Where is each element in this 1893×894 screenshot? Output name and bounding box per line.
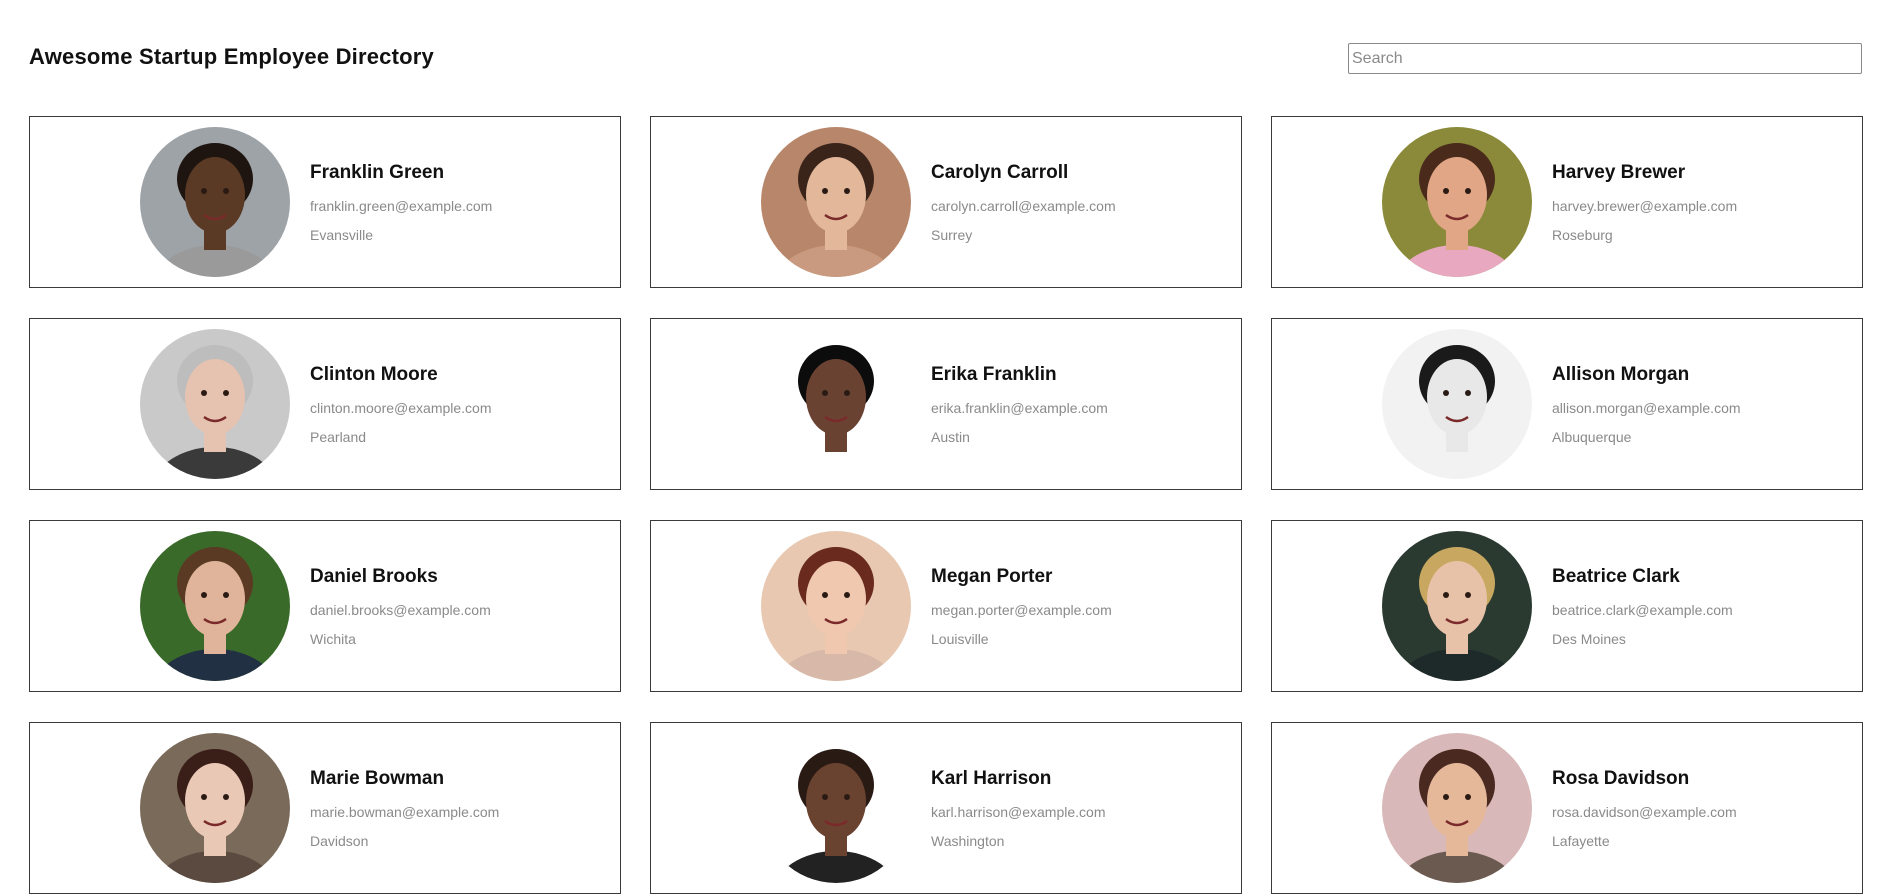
employee-email: allison.morgan@example.com [1552, 399, 1741, 416]
employee-info: Carolyn Carroll carolyn.carroll@example.c… [931, 162, 1131, 243]
employee-info: Allison Morgan allison.morgan@example.com… [1552, 364, 1752, 445]
employee-city: Albuquerque [1552, 428, 1632, 445]
employee-name: Beatrice Clark [1552, 565, 1680, 587]
employee-name: Franklin Green [310, 161, 445, 183]
employee-card[interactable]: Carolyn Carroll carolyn.carroll@example.c… [650, 116, 1242, 288]
employee-city: Davidson [310, 832, 369, 849]
employee-name: Marie Bowman [310, 767, 445, 789]
employee-info: Beatrice Clark beatrice.clark@example.com… [1552, 566, 1752, 647]
employee-name: Karl Harrison [931, 767, 1052, 789]
avatar [1382, 733, 1532, 883]
employee-city: Washington [931, 832, 1005, 849]
employee-city: Louisville [931, 630, 989, 647]
employee-email: marie.bowman@example.com [310, 803, 500, 820]
employee-city: Wichita [310, 630, 356, 647]
employee-name: Allison Morgan [1552, 363, 1690, 385]
avatar [761, 329, 911, 479]
avatar [140, 329, 290, 479]
employee-name: Rosa Davidson [1552, 767, 1690, 789]
employee-email: karl.harrison@example.com [931, 803, 1106, 820]
avatar [761, 531, 911, 681]
employee-info: Erika Franklin erika.franklin@example.com… [931, 364, 1131, 445]
avatar [1382, 329, 1532, 479]
employee-city: Lafayette [1552, 832, 1610, 849]
employee-info: Harvey Brewer harvey.brewer@example.com Ro… [1552, 162, 1752, 243]
employee-email: beatrice.clark@example.com [1552, 601, 1733, 618]
employee-info: Megan Porter megan.porter@example.com Loui… [931, 566, 1131, 647]
avatar [761, 733, 911, 883]
employee-card[interactable]: Franklin Green franklin.green@example.com… [29, 116, 621, 288]
employee-name: Erika Franklin [931, 363, 1057, 385]
employee-city: Roseburg [1552, 226, 1613, 243]
employee-card[interactable]: Allison Morgan allison.morgan@example.com… [1271, 318, 1863, 490]
header: Awesome Startup Employee Directory [0, 0, 1893, 116]
employee-info: Clinton Moore clinton.moore@example.com Pe… [310, 364, 510, 445]
employee-name: Clinton Moore [310, 363, 438, 385]
employee-grid: Franklin Green franklin.green@example.com… [29, 116, 1863, 894]
employee-info: Karl Harrison karl.harrison@example.com Wa… [931, 768, 1131, 849]
employee-email: harvey.brewer@example.com [1552, 197, 1738, 214]
employee-name: Daniel Brooks [310, 565, 438, 587]
employee-card[interactable]: Marie Bowman marie.bowman@example.com Davi… [29, 722, 621, 894]
employee-info: Daniel Brooks daniel.brooks@example.com Wi… [310, 566, 510, 647]
employee-card[interactable]: Clinton Moore clinton.moore@example.com Pe… [29, 318, 621, 490]
employee-card[interactable]: Daniel Brooks daniel.brooks@example.com Wi… [29, 520, 621, 692]
employee-name: Carolyn Carroll [931, 161, 1069, 183]
employee-card[interactable]: Harvey Brewer harvey.brewer@example.com Ro… [1271, 116, 1863, 288]
employee-email: franklin.green@example.com [310, 197, 493, 214]
employee-email: rosa.davidson@example.com [1552, 803, 1737, 820]
employee-email: daniel.brooks@example.com [310, 601, 491, 618]
avatar [140, 127, 290, 277]
avatar [1382, 531, 1532, 681]
search-input[interactable] [1348, 43, 1862, 74]
avatar [1382, 127, 1532, 277]
employee-city: Austin [931, 428, 970, 445]
employee-name: Harvey Brewer [1552, 161, 1686, 183]
avatar [140, 733, 290, 883]
employee-city: Des Moines [1552, 630, 1626, 647]
employee-city: Surrey [931, 226, 973, 243]
employee-card[interactable]: Karl Harrison karl.harrison@example.com Wa… [650, 722, 1242, 894]
employee-info: Rosa Davidson rosa.davidson@example.com La… [1552, 768, 1752, 849]
avatar [761, 127, 911, 277]
employee-card[interactable]: Erika Franklin erika.franklin@example.com… [650, 318, 1242, 490]
employee-city: Pearland [310, 428, 367, 445]
employee-card[interactable]: Megan Porter megan.porter@example.com Loui… [650, 520, 1242, 692]
page-title: Awesome Startup Employee Directory [29, 44, 434, 69]
employee-card[interactable]: Beatrice Clark beatrice.clark@example.com… [1271, 520, 1863, 692]
employee-city: Evansville [310, 226, 374, 243]
employee-email: carolyn.carroll@example.com [931, 197, 1116, 214]
employee-email: erika.franklin@example.com [931, 399, 1108, 416]
employee-info: Marie Bowman marie.bowman@example.com Davi… [310, 768, 510, 849]
avatar [140, 531, 290, 681]
employee-email: clinton.moore@example.com [310, 399, 492, 416]
employee-info: Franklin Green franklin.green@example.com… [310, 162, 510, 243]
employee-name: Megan Porter [931, 565, 1053, 587]
employee-card[interactable]: Rosa Davidson rosa.davidson@example.com La… [1271, 722, 1863, 894]
employee-email: megan.porter@example.com [931, 601, 1112, 618]
